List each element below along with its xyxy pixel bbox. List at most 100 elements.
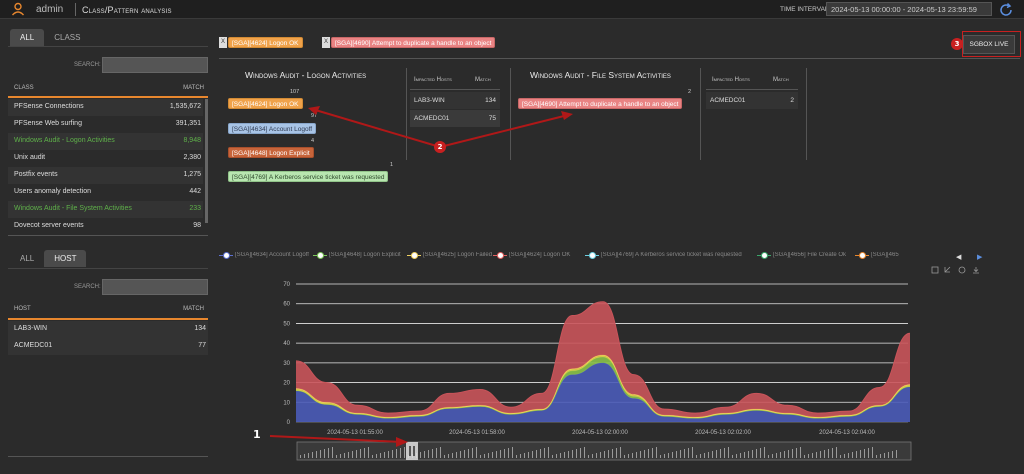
slider-preview-bar [356,450,357,458]
slider-preview-bar [552,455,553,458]
class-search-input[interactable] [102,57,208,73]
slider-preview-bar [344,453,345,458]
legend-item[interactable]: [SGA][4624] Logon OK [493,252,570,259]
slider-preview-bar [360,449,361,458]
tab-host[interactable]: HOST [44,250,87,267]
table-row[interactable]: Unix audit 2,380 [8,150,203,167]
slider-preview-bar [860,450,861,458]
pattern-chip-kerberos[interactable]: [SGA][4769] A Kerberos service ticket wa… [228,171,389,182]
slider-preview-bar [424,451,425,458]
table-row[interactable]: PFSense Connections 1,535,672 [8,99,203,116]
row-class-name: Unix audit [14,154,46,161]
slider-preview-bar [728,447,729,458]
tab-class[interactable]: CLASS [44,29,90,46]
slider-preview-bar [804,455,805,458]
col-class[interactable]: Class [14,85,34,91]
refresh-icon[interactable] [998,2,1014,18]
download-icon[interactable] [972,266,980,274]
slider-preview-bar [768,455,769,458]
row-match: 77 [198,342,206,349]
table-row[interactable]: PFSense Web surfing 391,351 [8,116,203,133]
remove-filter-button[interactable]: X [322,37,330,48]
table-row[interactable]: Dovecot server events 98 [8,218,203,235]
legend-item[interactable]: [SGA][4625] Logon Failed [407,252,492,259]
slider-preview-bar [864,449,865,458]
slider-preview-bar [752,450,753,458]
section-divider [219,58,1020,59]
slider-preview-bar [596,453,597,458]
filter-chip-logon-ok[interactable]: [SGA][4624] Logon OK [228,37,303,48]
pattern-count: 2 [688,89,692,95]
legend-item[interactable]: [SGA][4634] Account Logoff [219,252,309,259]
legend-item[interactable]: [SGA][4648] Logon Explicit [313,252,401,259]
host-search-input[interactable] [102,279,208,295]
user-icon[interactable] [11,2,25,16]
slider-preview-bar [516,455,517,458]
slider-preview-bar [532,451,533,458]
user-name[interactable]: admin [36,4,63,15]
col-match[interactable]: Match [183,306,204,312]
row-match: 98 [193,222,201,229]
slider-preview-bar [376,454,377,458]
time-interval-input[interactable]: 2024-05-13 00:00:00 - 2024-05-13 23:59:5… [826,2,992,16]
slider-preview-bar [604,451,605,458]
table-row[interactable]: Windows Audit - File System Activities 23… [8,201,203,218]
legend-label: [SGA][4634] Account Logoff [235,252,309,258]
y-tick-label: 20 [283,381,290,387]
table-row[interactable]: Postfix events 1,275 [8,167,203,184]
annotation-arrow-1 [269,435,408,447]
y-tick-label: 70 [283,282,290,288]
panel-divider [8,456,208,457]
table-row[interactable]: Users anomaly detection 442 [8,184,203,201]
slider-preview-bar [560,453,561,458]
slider-preview-bar [420,452,421,458]
table-row[interactable]: LAB3-WIN 134 [8,321,208,338]
table-header-rule [8,318,208,320]
col-match[interactable]: Match [183,85,204,91]
tab-all-classes[interactable]: ALL [10,29,45,46]
zoom-reset-icon[interactable] [944,266,952,274]
slider-preview-bar [524,453,525,458]
annotation-number-1: 1 [253,428,261,441]
class-table-scrollbar[interactable] [205,99,208,223]
table-row[interactable]: ACMEDC01 77 [8,338,208,355]
row-match: 134 [194,325,206,332]
table-row[interactable]: Windows Audit - Logon Activities 8,948 [8,133,203,150]
tab-divider [8,46,208,47]
pattern-count: 107 [290,89,300,95]
top-bar: admin Class/Pattern analysis TIME INTERV… [0,0,1024,19]
col-host[interactable]: Host [14,306,31,312]
pattern-chip-logon-ok[interactable]: [SGA][4624] Logon OK [228,98,303,109]
legend-item[interactable]: [SGA][4769] A Kerberos service ticket wa… [585,252,742,259]
slider-preview-bar [440,447,441,458]
legend-marker-icon [407,252,421,259]
slider-preview-bar [600,452,601,458]
slider-preview-bar [320,450,321,458]
slider-preview-bar [808,454,809,458]
slider-preview-bar [764,447,765,458]
legend-prev-icon[interactable]: ◀ [956,253,961,261]
pattern-count: 1 [390,162,394,168]
legend-next-icon[interactable]: ▶ [977,253,982,261]
slider-preview-bar [872,447,873,458]
slider-preview-bar [732,455,733,458]
slider-preview-bar [688,448,689,458]
section-title-logon: Windows Audit - Logon Activities [245,70,367,80]
row-match: 391,351 [175,120,201,127]
remove-filter-button[interactable]: X [219,37,227,48]
legend-item[interactable]: [SGA][4656] File Create Ok [757,252,846,259]
slider-preview-bar [576,449,577,458]
table-row[interactable]: ACMEDC01 2 [706,92,798,109]
slider-preview-bar [456,452,457,458]
slider-preview-bar [324,449,325,458]
tab-all-hosts[interactable]: ALL [10,250,44,267]
slider-preview-bar [624,455,625,458]
slider-preview-bar [312,452,313,458]
legend-item[interactable]: [SGA][465 [855,252,899,259]
x-tick-label: 2024-05-13 02:00:00 [572,430,628,436]
filter-chip-duplicate-handle[interactable]: [SGA][4690] Attempt to duplicate a handl… [331,37,496,48]
zoom-icon[interactable] [931,266,939,274]
slider-preview-bar [540,449,541,458]
host-tabs: ALL HOST [10,250,87,267]
restore-icon[interactable] [958,266,966,274]
